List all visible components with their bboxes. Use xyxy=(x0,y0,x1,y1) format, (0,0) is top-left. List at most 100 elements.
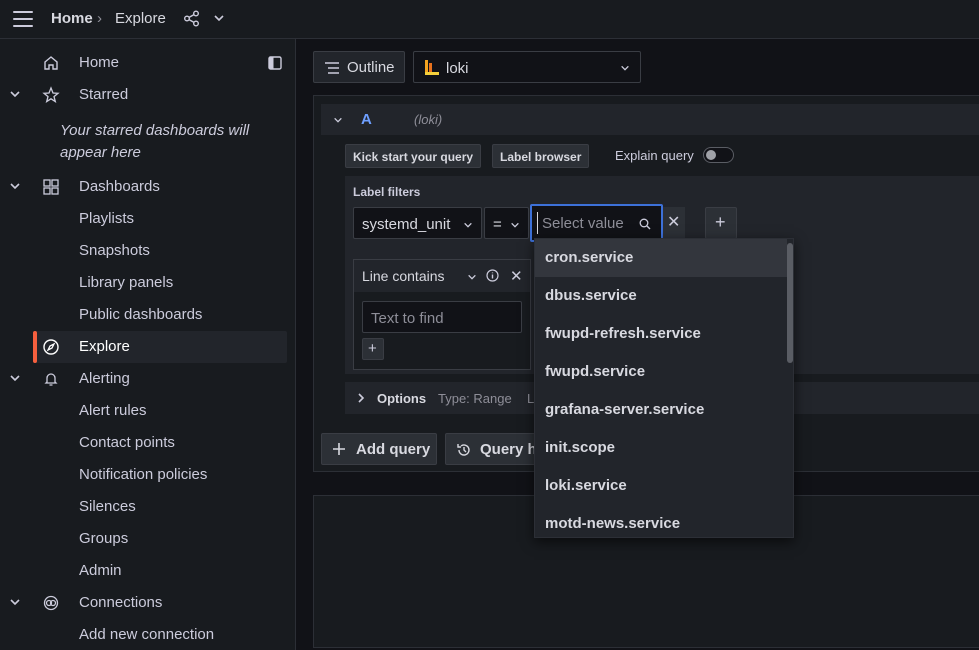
chevron-down-icon xyxy=(464,222,472,228)
dropdown-option-label: motd-news.service xyxy=(545,515,681,532)
sidebar-item-label: Dashboards xyxy=(79,178,160,195)
sidebar-item-home[interactable]: Home xyxy=(0,47,296,79)
star-icon xyxy=(42,86,60,104)
sidebar-item-label: Home xyxy=(79,54,120,71)
sidebar-item-dashboards[interactable]: Dashboards xyxy=(0,171,296,203)
kick-start-button[interactable]: Kick start your query xyxy=(345,144,482,168)
chevron-down-icon xyxy=(621,65,629,71)
add-filter-button[interactable]: + xyxy=(705,207,737,239)
dropdown-option-label: fwupd.service xyxy=(545,363,646,380)
text-to-find-field[interactable] xyxy=(362,301,522,333)
dropdown-option-label: loki.service xyxy=(545,477,627,494)
add-query-label: Add query xyxy=(356,441,431,458)
sidebar-item-groups[interactable]: Groups xyxy=(0,523,296,555)
sidebar-item-snapshots[interactable]: Snapshots xyxy=(0,235,296,267)
search-icon xyxy=(639,218,651,230)
starred-empty-message: Your starred dashboards will appear here xyxy=(60,122,250,161)
datasource-picker[interactable]: loki xyxy=(413,51,641,83)
query-row-header[interactable]: A (loki) xyxy=(321,104,979,135)
dropdown-option[interactable]: cron.service xyxy=(535,239,787,277)
menu-icon[interactable] xyxy=(13,11,33,27)
sidebar-item-label: Alerting xyxy=(79,370,130,387)
explain-query-toggle[interactable] xyxy=(703,147,734,163)
chevron-down-icon[interactable] xyxy=(467,272,477,282)
query-ref-id: A xyxy=(361,111,372,128)
add-operation-param-button[interactable]: + xyxy=(362,338,384,360)
operation-header: Line contains ✕ xyxy=(354,260,530,292)
dropdown-option[interactable]: fwupd.service xyxy=(535,353,787,391)
sidebar-item-label: Add new connection xyxy=(79,626,215,643)
sidebar-item-label: Silences xyxy=(79,498,136,515)
dropdown-option[interactable]: loki.service xyxy=(535,467,787,505)
share-icon[interactable] xyxy=(183,10,200,27)
sidebar-item-label: Groups xyxy=(79,530,129,547)
chevron-right-icon[interactable] xyxy=(356,392,366,404)
sidebar-item-notification-policies[interactable]: Notification policies xyxy=(0,459,296,491)
bell-icon xyxy=(44,373,58,386)
chevron-down-icon[interactable] xyxy=(333,115,343,125)
sidebar-item-public-dashboards[interactable]: Public dashboards xyxy=(0,299,296,331)
dropdown-option[interactable]: dbus.service xyxy=(535,277,787,315)
sidebar-item-label: Notification policies xyxy=(79,466,208,483)
line-contains-operation: Line contains ✕ + xyxy=(353,259,531,370)
close-icon[interactable]: ✕ xyxy=(510,267,523,285)
dropdown-option-label: init.scope xyxy=(545,439,616,456)
sidebar-item-alert-rules[interactable]: Alert rules xyxy=(0,395,296,427)
sidebar-item-label: Alert rules xyxy=(79,402,147,419)
dropdown-option[interactable]: init.scope xyxy=(535,429,787,467)
sidebar-item-connections[interactable]: Connections xyxy=(0,587,296,619)
sidebar-item-label: Admin xyxy=(79,562,122,579)
top-bar: Home › Explore xyxy=(0,0,979,39)
sidebar-item-silences[interactable]: Silences xyxy=(0,491,296,523)
dropdown-option-label: cron.service xyxy=(545,249,634,266)
plus-icon: + xyxy=(715,212,726,232)
dropdown-option[interactable]: fwupd-refresh.service xyxy=(535,315,787,353)
chevron-down-icon[interactable] xyxy=(9,372,21,384)
chevron-down-icon[interactable] xyxy=(9,180,21,192)
label-value-dropdown: cron.service dbus.service fwupd-refresh.… xyxy=(534,238,794,538)
add-query-button[interactable]: Add query xyxy=(321,433,437,465)
label-value-input[interactable] xyxy=(537,212,637,234)
dropdown-option[interactable]: motd-news.service xyxy=(535,505,787,537)
dropdown-option-label: dbus.service xyxy=(545,287,637,304)
sidebar-item-label: Playlists xyxy=(79,210,135,227)
info-icon[interactable] xyxy=(486,269,499,282)
sidebar-item-admin[interactable]: Admin xyxy=(0,555,296,587)
dropdown-option[interactable]: grafana-server.service xyxy=(535,391,787,429)
close-icon: ✕ xyxy=(667,214,681,231)
label-value-select[interactable] xyxy=(530,204,663,242)
chevron-down-icon[interactable] xyxy=(213,12,225,24)
sidebar-item-label: Starred xyxy=(79,86,129,103)
label-key-select[interactable]: systemd_unit xyxy=(353,207,482,239)
loki-logo-icon xyxy=(425,60,439,75)
sidebar-item-add-new-connection[interactable]: Add new connection xyxy=(0,619,296,650)
sidebar-item-playlists[interactable]: Playlists xyxy=(0,203,296,235)
sidebar-item-contact-points[interactable]: Contact points xyxy=(0,427,296,459)
operator-value: = xyxy=(493,216,502,233)
dropdown-scrollbar[interactable] xyxy=(787,243,793,363)
compass-icon xyxy=(43,339,59,355)
operator-select[interactable]: = xyxy=(484,207,529,239)
sidebar-item-label: Connections xyxy=(79,594,163,611)
sidebar-item-label: Contact points xyxy=(79,434,175,451)
text-to-find-input[interactable] xyxy=(371,308,511,328)
chevron-down-icon[interactable] xyxy=(9,88,21,100)
label-filters-title: Label filters xyxy=(353,185,421,199)
remove-filter-button[interactable]: ✕ xyxy=(663,207,685,239)
outline-list-icon xyxy=(325,62,339,74)
breadcrumb-separator: › xyxy=(97,10,102,27)
label-browser-button[interactable]: Label browser xyxy=(492,144,590,168)
sidebar-item-library-panels[interactable]: Library panels xyxy=(0,267,296,299)
query-history-button[interactable]: Query h xyxy=(445,433,537,465)
breadcrumb-home[interactable]: Home xyxy=(51,10,93,27)
sidebar-item-alerting[interactable]: Alerting xyxy=(0,363,296,395)
plus-icon xyxy=(333,443,345,455)
sidebar-item-label: Public dashboards xyxy=(79,306,203,323)
outline-button[interactable]: Outline xyxy=(313,51,405,83)
sidebar-item-starred[interactable]: Starred xyxy=(0,79,296,111)
options-label: Options xyxy=(377,391,427,406)
query-history-label: Query h xyxy=(480,441,537,458)
sidebar-item-explore[interactable]: Explore xyxy=(33,331,287,363)
history-icon xyxy=(457,444,470,456)
chevron-down-icon[interactable] xyxy=(9,596,21,608)
